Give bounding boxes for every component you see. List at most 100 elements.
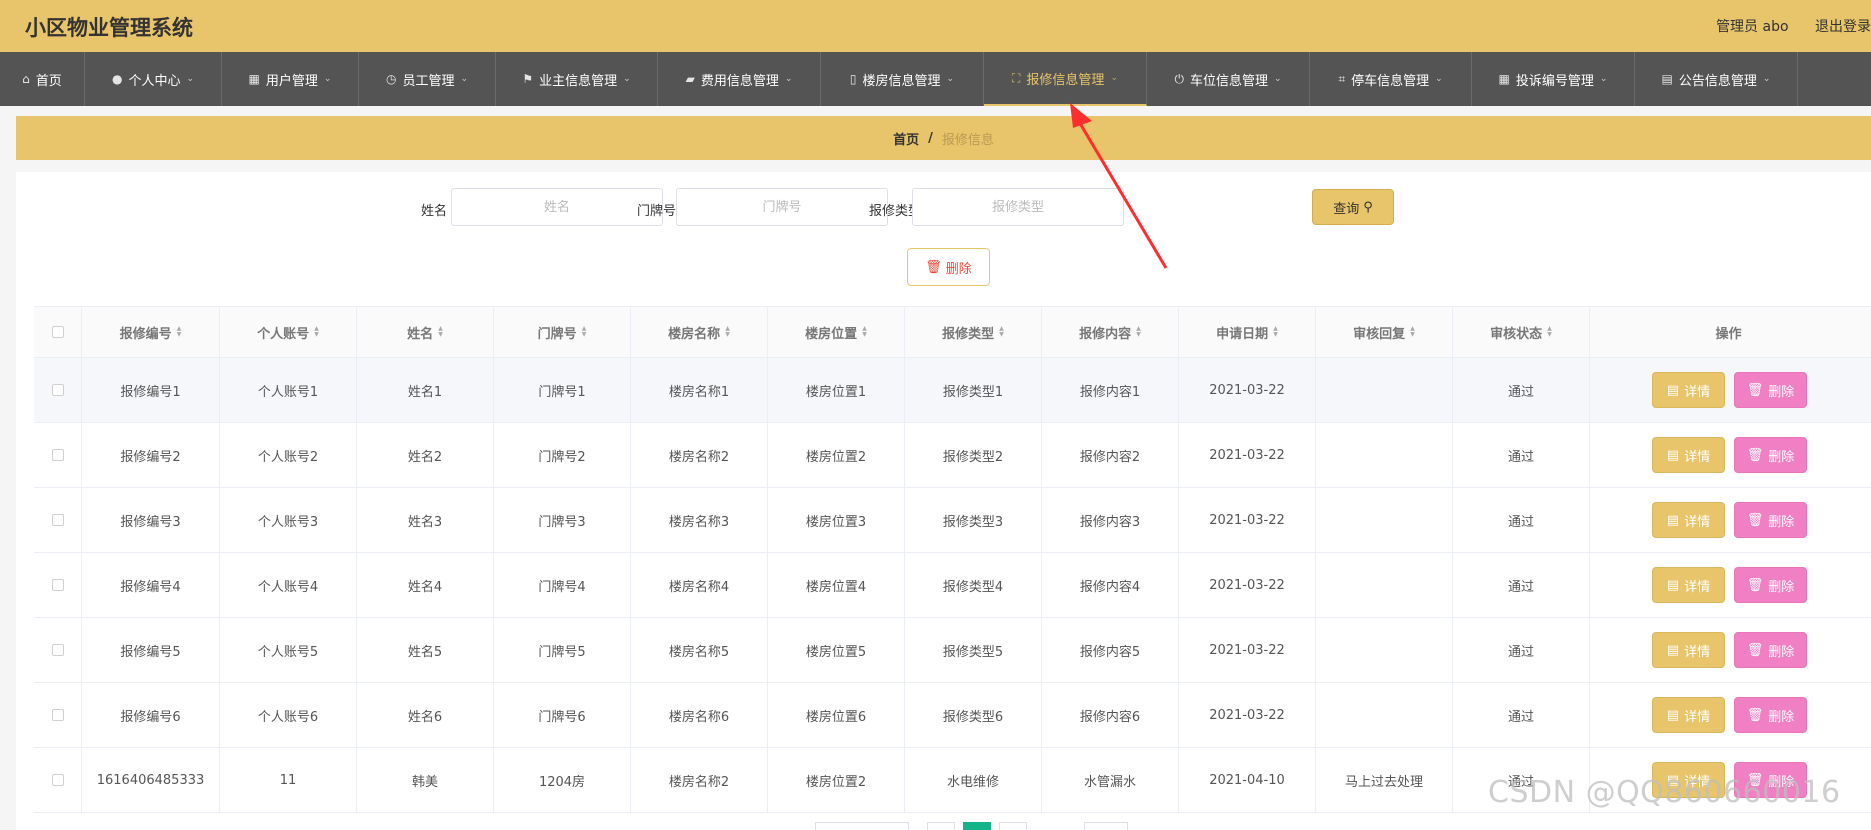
delete-button[interactable]: 🗑 删除: [1734, 697, 1807, 733]
sort-icon[interactable]: ▲ ▼: [999, 326, 1004, 338]
row-checkbox[interactable]: [51, 644, 64, 656]
chevron-down-icon: ⌄: [1110, 73, 1118, 83]
column-header[interactable]: 报修内容 ▲ ▼: [1042, 307, 1179, 357]
nav-item-5[interactable]: ▰ 费用信息管理 ⌄: [658, 52, 821, 106]
delete-button[interactable]: 🗑 删除: [1734, 567, 1807, 603]
table-cell: 报修类型3: [905, 488, 1042, 552]
column-header[interactable]: 审核状态 ▲ ▼: [1453, 307, 1590, 357]
sort-icon[interactable]: ▲ ▼: [582, 326, 587, 338]
sort-icon[interactable]: ▲ ▼: [314, 326, 319, 338]
column-header[interactable]: 报修编号 ▲ ▼: [82, 307, 220, 357]
name-input[interactable]: [451, 188, 663, 226]
page-size-select[interactable]: [815, 822, 909, 830]
chevron-down-icon: ⌄: [186, 74, 195, 84]
delete-button-label: 删除: [1768, 644, 1795, 660]
column-header[interactable]: 报修类型 ▲ ▼: [905, 307, 1042, 357]
table-cell: 门牌号5: [494, 618, 631, 682]
nav-item-6[interactable]: ▯ 楼房信息管理 ⌄: [821, 52, 984, 106]
row-checkbox[interactable]: [51, 449, 64, 461]
detail-button[interactable]: ▤ 详情: [1652, 437, 1725, 473]
delete-button[interactable]: 🗑 删除: [1734, 372, 1807, 408]
batch-delete-label: 删除: [945, 261, 972, 277]
door-number-input[interactable]: [676, 188, 888, 226]
trash-icon: 🗑: [1746, 642, 1764, 658]
column-header[interactable]: 审核回复 ▲ ▼: [1316, 307, 1453, 357]
batch-delete-button[interactable]: 🗑 删除: [907, 248, 990, 286]
repair-type-input[interactable]: [912, 188, 1124, 226]
row-checkbox[interactable]: [51, 514, 64, 526]
row-checkbox[interactable]: [51, 709, 64, 721]
column-header[interactable]: 楼房名称 ▲ ▼: [631, 307, 768, 357]
table-cell: 报修类型5: [905, 618, 1042, 682]
row-checkbox[interactable]: [51, 774, 64, 786]
detail-button[interactable]: ▤ 详情: [1652, 632, 1725, 668]
table-cell: 报修类型1: [905, 358, 1042, 422]
delete-button[interactable]: 🗑 删除: [1734, 632, 1807, 668]
column-header-label: 审核回复: [1353, 326, 1406, 342]
nav-item-9[interactable]: ⌗ 停车信息管理 ⌄: [1310, 52, 1472, 106]
nav-item-11[interactable]: ▤ 公告信息管理 ⌄: [1635, 52, 1798, 106]
column-header[interactable]: 楼房位置 ▲ ▼: [768, 307, 905, 357]
sort-icon[interactable]: ▲ ▼: [862, 326, 867, 338]
sort-icon[interactable]: ▲ ▼: [438, 326, 443, 338]
detail-button[interactable]: ▤ 详情: [1652, 697, 1725, 733]
sort-icon[interactable]: ▲ ▼: [177, 326, 182, 338]
column-header[interactable]: 门牌号 ▲ ▼: [494, 307, 631, 357]
grid-icon: ▦: [248, 72, 260, 86]
column-header-label: 审核状态: [1490, 326, 1543, 342]
page-1-button[interactable]: [963, 822, 991, 830]
breadcrumb-home[interactable]: 首页: [893, 129, 919, 148]
detail-button[interactable]: ▤ 详情: [1652, 502, 1725, 538]
detail-button[interactable]: ▤ 详情: [1652, 567, 1725, 603]
sort-icon[interactable]: ▲ ▼: [1410, 326, 1415, 338]
watermark: CSDN @QQ860660016: [1488, 775, 1841, 810]
query-button[interactable]: 查询 ⚲: [1312, 189, 1394, 225]
select-all-checkbox[interactable]: [51, 326, 64, 338]
nav-item-8[interactable]: ⏻ 车位信息管理 ⌄: [1147, 52, 1310, 106]
nav-item-7[interactable]: ⛶ 报修信息管理 ⌄: [984, 52, 1147, 106]
next-page-button[interactable]: [999, 822, 1027, 830]
row-checkbox[interactable]: [51, 579, 64, 591]
chevron-down-icon: ⌄: [1435, 74, 1443, 84]
trash-icon: 🗑: [1746, 447, 1764, 463]
nav-item-0[interactable]: ⌂ 首页: [0, 52, 85, 106]
table-cell: 韩美: [357, 748, 494, 812]
sort-icon[interactable]: ▲ ▼: [1273, 326, 1278, 338]
table-cell: 11: [220, 748, 357, 812]
nav-item-2[interactable]: ▦ 用户管理 ⌄: [222, 52, 359, 106]
sort-icon[interactable]: ▲ ▼: [1136, 326, 1141, 338]
chevron-down-icon: ⌄: [1762, 74, 1771, 84]
row-checkbox[interactable]: [51, 384, 64, 396]
page-jump-input[interactable]: [1084, 822, 1128, 830]
sort-icon[interactable]: ▲ ▼: [1547, 326, 1552, 338]
table-row: 报修编号5 个人账号5 姓名5 门牌号5 楼房名称5 楼房位置5 报修类型5 报修内容5 202…: [34, 618, 1871, 683]
detail-button-label: 详情: [1684, 579, 1711, 595]
breadcrumb-current: 报修信息: [941, 132, 994, 148]
table-cell: 马上过去处理: [1316, 748, 1453, 812]
column-header[interactable]: 姓名 ▲ ▼: [357, 307, 494, 357]
logout-link[interactable]: 退出登录: [1815, 19, 1871, 35]
delete-button[interactable]: 🗑 删除: [1734, 437, 1807, 473]
detail-button[interactable]: ▤ 详情: [1652, 372, 1725, 408]
power-icon: ⏻: [1174, 71, 1184, 86]
table-cell: 门牌号6: [494, 683, 631, 747]
table-row: 报修编号4 个人账号4 姓名4 门牌号4 楼房名称4 楼房位置4 报修类型4 报修内容4 202…: [34, 553, 1871, 618]
delete-button[interactable]: 🗑 删除: [1734, 502, 1807, 538]
table-cell: 报修编号5: [82, 618, 220, 682]
nav-item-3[interactable]: ◷ 员工管理 ⌄: [359, 52, 496, 106]
sort-icon[interactable]: ▲ ▼: [725, 326, 730, 338]
nav-item-10[interactable]: ▦ 投诉编号管理 ⌄: [1472, 52, 1635, 106]
prev-page-button[interactable]: [927, 822, 955, 830]
row-select-cell: [34, 683, 82, 747]
nav-item-1[interactable]: ● 个人中心 ⌄: [85, 52, 222, 106]
table-cell: [1316, 358, 1453, 422]
table-row: 报修编号6 个人账号6 姓名6 门牌号6 楼房名称6 楼房位置6 报修类型6 报修内容6 202…: [34, 683, 1871, 748]
table-cell: 门牌号1: [494, 358, 631, 422]
column-header[interactable]: 个人账号 ▲ ▼: [220, 307, 357, 357]
table-cell: 报修内容3: [1042, 488, 1179, 552]
table-cell: [1316, 618, 1453, 682]
row-actions: ▤ 详情 🗑 删除: [1590, 358, 1867, 422]
column-header[interactable]: 申请日期 ▲ ▼: [1179, 307, 1316, 357]
column-header-label: 操作: [1715, 326, 1742, 342]
nav-item-4[interactable]: ⚑ 业主信息管理 ⌄: [496, 52, 658, 106]
